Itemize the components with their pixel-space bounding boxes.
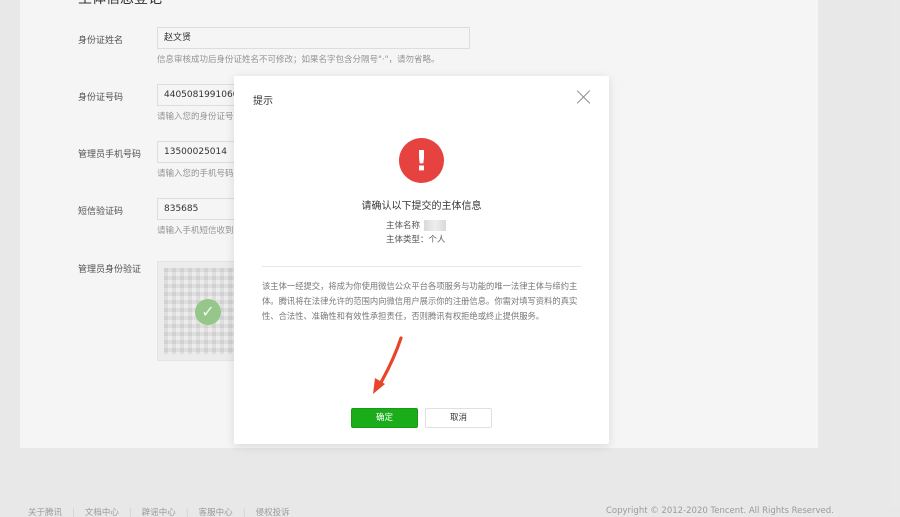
cancel-button[interactable]: 取消 [425,408,492,428]
legal-notice: 该主体一经提交，将成为你使用微信公众平台各项服务与功能的唯一法律主体与缔约主体。… [262,281,578,321]
entity-name-redacted [424,220,447,231]
dialog-heading: 请确认以下提交的主体信息 [361,201,482,212]
warning-icon: ! [399,138,444,183]
footer-link-about[interactable]: 关于腾讯 [28,506,62,517]
entity-type-row: 主体类型：个人 [386,233,446,245]
exclamation-glyph: ! [415,144,428,177]
footer-link-complaint[interactable]: 侵权投诉 [256,506,290,517]
annotation-arrow-icon [373,336,403,394]
entity-name-row: 主体名称 [386,219,447,231]
footer-link-docs[interactable]: 文档中心 [85,506,119,517]
entity-type-label: 主体类型： [386,235,429,245]
footer-links: 关于腾讯 | 文档中心 | 辟谣中心 | 客服中心 | 侵权投诉 [28,506,290,517]
copyright-text: Copyright © 2012-2020 Tencent. All Right… [606,506,834,516]
footer-link-support[interactable]: 客服中心 [199,506,233,517]
dialog-divider [262,266,581,267]
close-icon[interactable] [576,89,592,105]
confirm-dialog: 提示 ! 请确认以下提交的主体信息 主体名称 主体类型：个人 该主体一经提交，将… [234,76,609,444]
dialog-title: 提示 [253,96,273,107]
entity-type-value: 个人 [428,235,446,245]
entity-name-label: 主体名称 [386,221,421,231]
footer-link-rumor[interactable]: 辟谣中心 [142,506,176,517]
confirm-button[interactable]: 确定 [351,408,418,428]
